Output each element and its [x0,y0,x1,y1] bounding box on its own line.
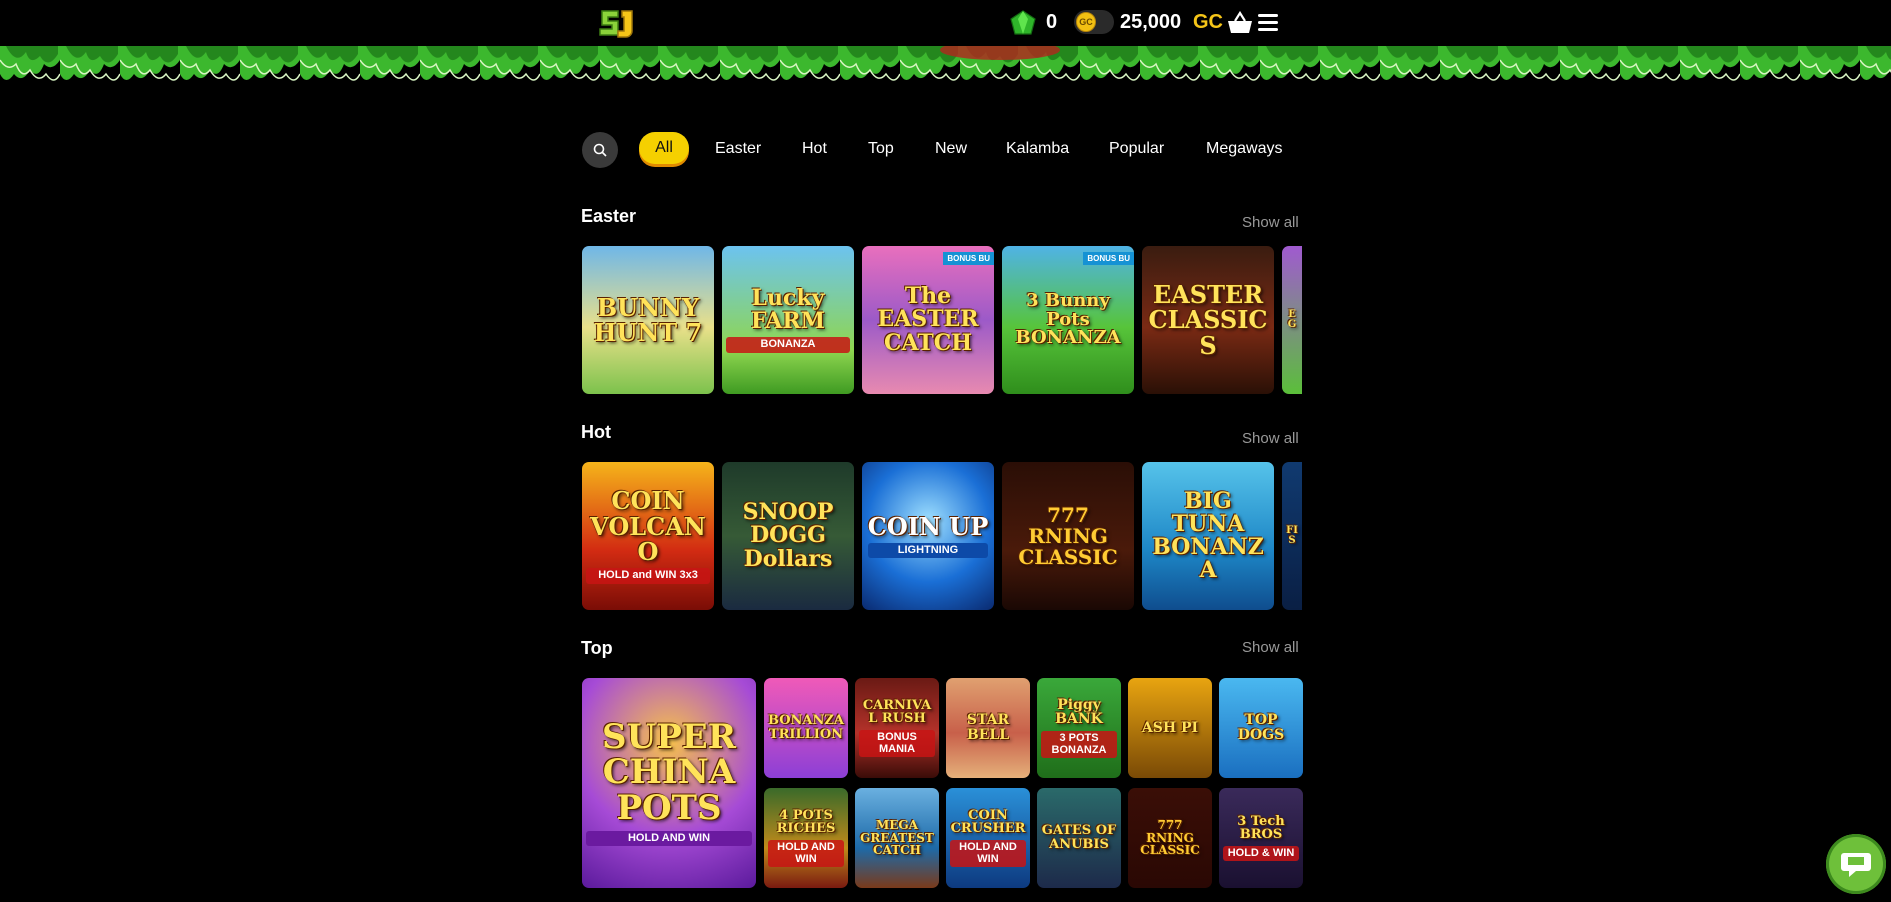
show-all-hot[interactable]: Show all [1242,430,1299,447]
game-tile[interactable]: BIG TUNA BONANZA [1142,462,1274,610]
game-tile[interactable]: COIN CRUSHER HOLD AND WIN [946,788,1030,888]
search-button[interactable] [582,132,618,168]
game-tile[interactable]: STAR BELL [946,678,1030,778]
game-tile[interactable]: SNOOP DOGG Dollars [722,462,854,610]
gold-unit: GC [1193,11,1223,33]
game-tile[interactable]: BONANZA TRILLION [764,678,848,778]
game-tile[interactable]: 777 RNING CLASSIC [1128,788,1212,888]
gold-balance: 25,000 [1120,11,1182,33]
tab-new[interactable]: New [935,137,967,161]
tab-popular[interactable]: Popular [1109,137,1164,161]
game-tile[interactable]: Lucky FARM BONANZA [722,246,854,394]
game-tile[interactable]: COIN UP LIGHTNING [862,462,994,610]
game-tile-featured[interactable]: SUPER CHINA POTS HOLD AND WIN [582,678,756,888]
game-tile[interactable]: BUNNY HUNT 7 [582,246,714,394]
game-tile[interactable]: TOP DOGS [1219,678,1303,778]
show-all-top[interactable]: Show all [1242,639,1299,656]
game-tile[interactable]: BONUS BU The EASTER CATCH [862,246,994,394]
tab-hot[interactable]: Hot [802,137,827,161]
game-tile[interactable]: ASH PI [1128,678,1212,778]
game-tile[interactable]: EG [1282,246,1302,394]
game-tile[interactable]: Piggy BANK 3 POTS BONANZA [1037,678,1121,778]
sweeps-balance: 0 [1046,11,1058,33]
section-title-top: Top [581,638,613,658]
menu-icon[interactable] [1258,14,1278,32]
game-tile[interactable]: BONUS BU 3 Bunny Pots BONANZA [1002,246,1134,394]
game-tile[interactable]: 3 Tech BROS HOLD & WIN [1219,788,1303,888]
chat-icon [1841,853,1871,877]
game-tile[interactable]: MEGA GREATEST CATCH [855,788,939,888]
tab-top[interactable]: Top [868,137,894,161]
game-tile[interactable]: EASTER CLASSICS [1142,246,1274,394]
game-tile[interactable]: 777 RNING CLASSIC [1002,462,1134,610]
game-tile[interactable]: GATES OF ANUBIS [1037,788,1121,888]
coin-toggle[interactable]: GC [1074,10,1114,34]
basket-icon[interactable] [1227,11,1253,35]
section-title-hot: Hot [581,422,611,442]
tab-easter[interactable]: Easter [715,137,761,161]
jungle-banner [0,46,1891,86]
tab-all[interactable]: All [639,132,689,164]
game-tile[interactable]: COIN VOLCANO HOLD and WIN 3x3 [582,462,714,610]
gem-icon [1010,10,1036,35]
game-tile[interactable]: CARNIVAL RUSH BONUS MANIA [855,678,939,778]
tab-megaways[interactable]: Megaways [1206,137,1282,161]
chat-button[interactable] [1826,834,1886,894]
show-all-easter[interactable]: Show all [1242,214,1299,231]
game-tile[interactable]: 4 POTS RICHES HOLD AND WIN [764,788,848,888]
bonus-buy-badge: BONUS BU [1083,252,1134,265]
section-title-easter: Easter [581,206,637,226]
gc-coin-icon: GC [1076,12,1096,32]
top-bar: 0 GC 25,000 GC [0,0,1891,46]
bonus-buy-badge: BONUS BU [943,252,994,265]
search-icon [593,143,607,157]
logo[interactable] [598,7,636,39]
tab-kalamba[interactable]: Kalamba [1006,137,1069,161]
game-tile[interactable]: FIS [1282,462,1302,610]
